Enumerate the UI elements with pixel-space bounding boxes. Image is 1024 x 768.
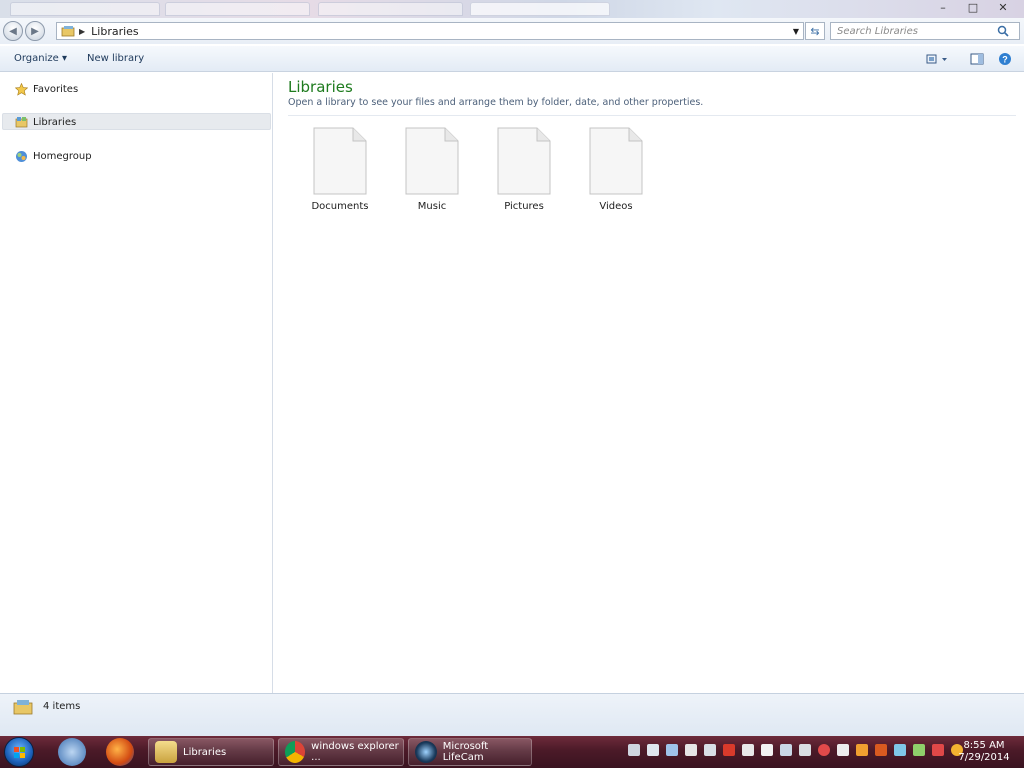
svg-text:?: ? [1002,55,1008,65]
library-label: Documents [311,201,369,212]
pinned-app-icon[interactable] [58,738,86,766]
command-bar: Organize ▾ New library ? [0,46,1024,72]
library-label: Pictures [504,201,544,212]
tray-icon[interactable] [875,744,887,756]
view-icon [926,54,947,64]
tray-icon[interactable] [856,744,868,756]
back-arrow-icon: ◀ [9,25,17,37]
document-icon [589,127,643,195]
tray-icon[interactable] [704,744,716,756]
taskbar-button-chrome[interactable]: windows explorer ... [278,738,404,766]
item-count: 4 items [43,701,81,712]
firefox-icon[interactable] [106,738,134,766]
taskbar-button-libraries[interactable]: Libraries [148,738,274,766]
tray-icon[interactable] [742,744,754,756]
tray-icon[interactable] [894,744,906,756]
nav-label-libraries: Libraries [33,116,77,128]
forward-arrow-icon: ▶ [31,25,39,37]
refresh-icon: ⇆ [810,24,820,38]
library-pictures[interactable]: Pictures [478,127,570,212]
tray-icon[interactable] [628,744,640,756]
tray-icon[interactable] [647,744,659,756]
preview-pane-icon [970,53,984,65]
organize-menu[interactable]: Organize ▾ [14,53,67,64]
refresh-button[interactable]: ⇆ [805,22,825,40]
clock-time: 8:55 AM [963,740,1005,751]
nav-label-favorites: Favorites [33,83,79,95]
minimize-button[interactable]: – [928,0,958,14]
help-icon: ? [999,53,1011,65]
maximize-button[interactable]: □ [958,0,988,14]
search-input[interactable] [837,25,997,37]
tray-icon[interactable] [685,744,697,756]
volume-icon[interactable] [837,744,849,756]
libraries-icon [13,700,33,715]
forward-button[interactable]: ▶ [25,21,45,41]
webcam-icon [415,741,437,763]
nav-item-favorites[interactable]: Favorites [14,82,78,96]
preview-pane-button[interactable] [970,51,984,67]
taskbar-label: Libraries [183,746,227,758]
breadcrumb-arrow-icon[interactable]: ▶ [79,27,85,36]
back-button[interactable]: ◀ [3,21,23,41]
close-button[interactable]: ✕ [988,0,1018,14]
taskbar-label: Microsoft LifeCam [442,741,489,763]
document-icon [405,127,459,195]
document-icon [497,127,551,195]
taskbar: Libraries windows explorer ... Microsoft… [0,736,1024,768]
clock-date: 7/29/2014 [958,752,1010,763]
nav-label-homegroup: Homegroup [33,150,92,162]
homegroup-icon [14,149,28,163]
libraries-icon [61,26,75,37]
page-subtitle: Open a library to see your files and arr… [288,97,704,108]
help-button[interactable]: ? [998,51,1012,67]
library-grid: Documents Music Pictures Videos [294,127,662,212]
nav-item-homegroup[interactable]: Homegroup [14,149,92,163]
tray-icon[interactable] [666,744,678,756]
new-library-button[interactable]: New library [87,53,144,64]
search-icon[interactable] [997,25,1009,37]
taskbar-button-lifecam[interactable]: Microsoft LifeCam [408,738,532,766]
status-bar: 4 items [0,693,1024,736]
star-icon [14,82,28,96]
page-title: Libraries [288,78,353,96]
windows-logo-icon [14,747,25,758]
background-tab[interactable] [10,2,160,16]
window-controls: – □ ✕ [928,0,1018,14]
start-button[interactable] [4,737,34,767]
background-tab[interactable] [165,2,310,16]
clock[interactable]: 8:55 AM 7/29/2014 [956,740,1012,764]
address-bar[interactable]: ▶ Libraries ▼ [56,22,804,40]
document-icon [313,127,367,195]
library-videos[interactable]: Videos [570,127,662,212]
search-box[interactable] [830,22,1020,40]
title-bar: – □ ✕ [0,0,1024,18]
library-music[interactable]: Music [386,127,478,212]
breadcrumb-libraries[interactable]: Libraries [91,25,139,38]
chrome-icon [285,741,306,763]
tray-icon[interactable] [932,744,944,756]
nav-item-libraries[interactable]: Libraries [14,115,76,129]
tray-icon[interactable] [913,744,925,756]
libraries-icon [155,741,177,763]
background-tab[interactable] [470,2,610,16]
libraries-icon [14,115,28,129]
background-tab[interactable] [318,2,463,16]
tray-icon[interactable] [818,744,830,756]
address-row: ◀ ▶ ▶ Libraries ▼ ⇆ [0,18,1024,44]
address-dropdown-icon[interactable]: ▼ [793,27,799,36]
view-options-button[interactable] [926,51,948,67]
content-pane: Libraries Open a library to see your fil… [274,73,1024,693]
library-label: Music [417,201,447,212]
divider [288,115,1016,116]
library-label: Videos [599,201,633,212]
tray-icon[interactable] [723,744,735,756]
tray-icon[interactable] [799,744,811,756]
system-tray [628,744,970,756]
tray-icon[interactable] [761,744,773,756]
navigation-pane: Favorites Libraries Homegroup [0,73,273,693]
taskbar-label: windows explorer ... [311,741,399,763]
tray-icon[interactable] [780,744,792,756]
library-documents[interactable]: Documents [294,127,386,212]
